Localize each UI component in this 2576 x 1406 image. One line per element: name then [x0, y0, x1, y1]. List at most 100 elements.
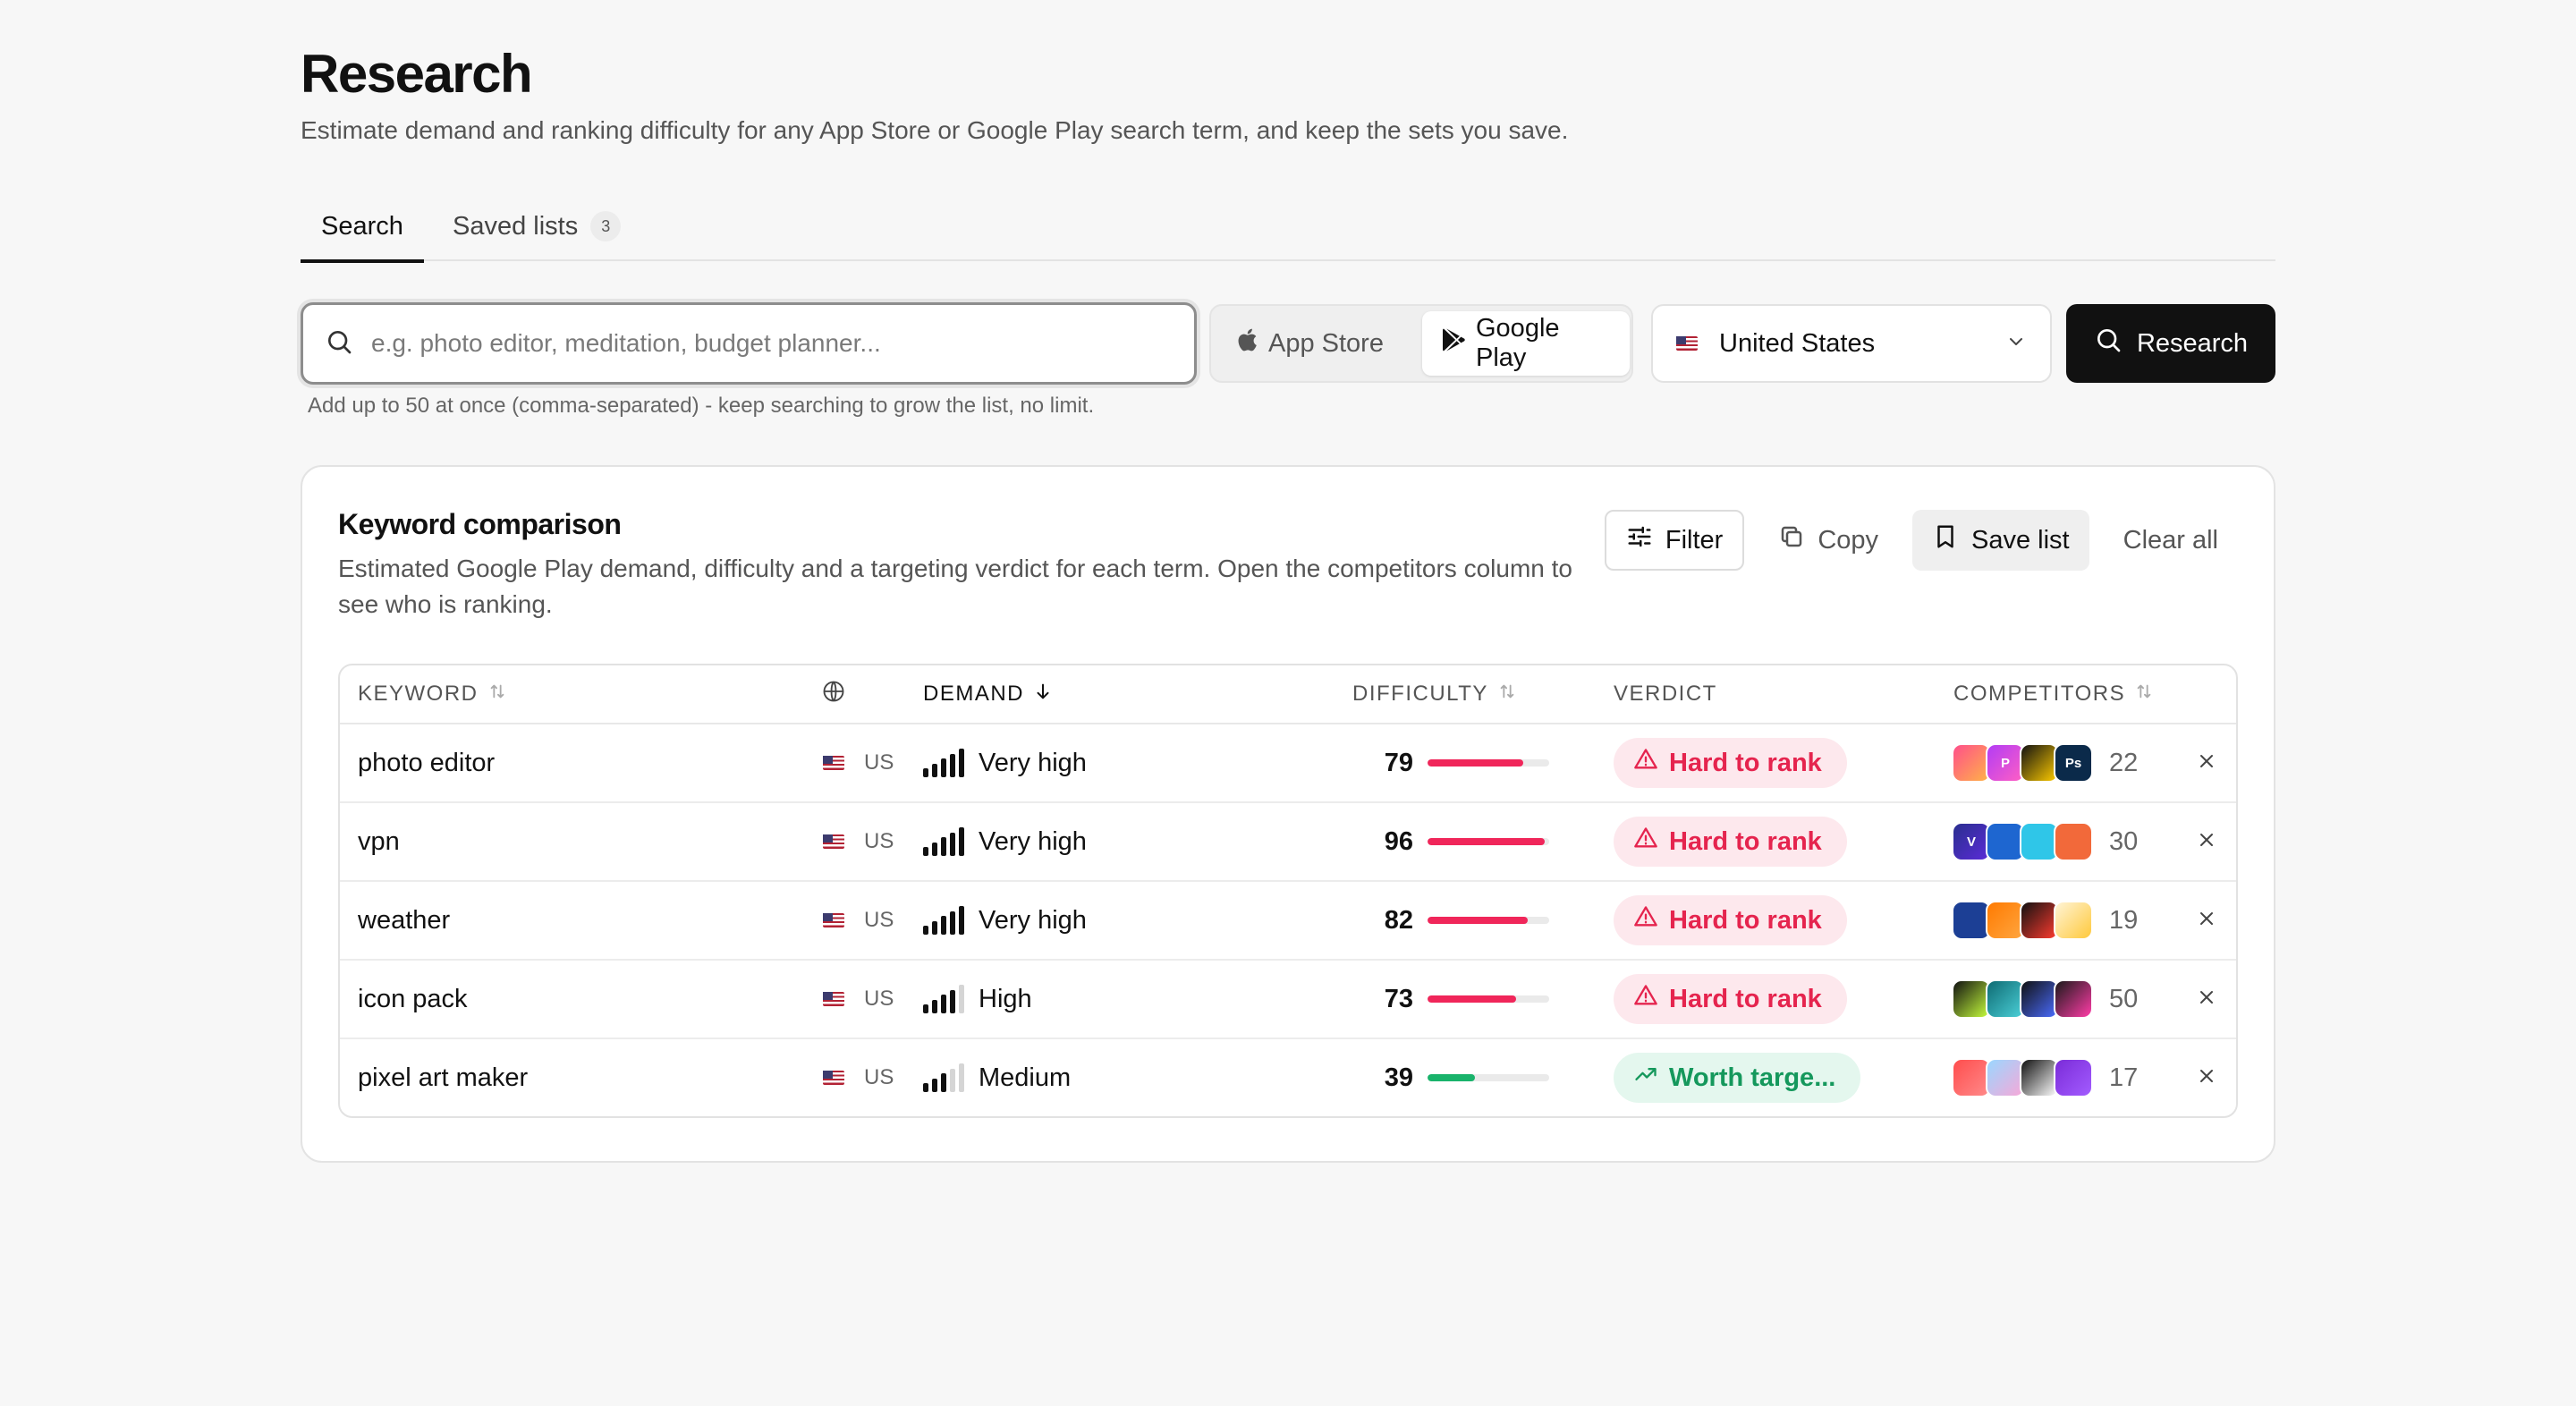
verdict-header-label: VERDICT: [1614, 682, 1717, 706]
demand-signal-icon: [923, 749, 964, 777]
demand-bar: [950, 1069, 955, 1092]
close-icon: [2196, 987, 2217, 1012]
market-code: US: [864, 987, 894, 1011]
demand-signal-icon: [923, 906, 964, 935]
demand-bar: [950, 990, 955, 1013]
filter-button[interactable]: Filter: [1604, 510, 1745, 571]
app-store-label: App Store: [1268, 328, 1384, 358]
competitors-cell[interactable]: 50: [1952, 961, 2138, 1038]
demand-bar: [923, 768, 928, 777]
research-button-label: Research: [2136, 328, 2249, 358]
difficulty-cell: 73: [1377, 961, 1549, 1038]
difficulty-cell: 96: [1377, 803, 1549, 880]
demand-column-header[interactable]: DEMAND: [923, 665, 1053, 723]
verdict-column-header: VERDICT: [1614, 665, 1717, 723]
competitor-count: 50: [2109, 984, 2139, 1013]
difficulty-meter: [1428, 1074, 1549, 1081]
keyword-column-header[interactable]: KEYWORD: [358, 665, 507, 723]
chevron-down-icon: [2005, 331, 2027, 357]
close-icon: [2196, 750, 2217, 776]
competitors-cell[interactable]: 19: [1952, 882, 2138, 959]
competitor-icons[interactable]: [1952, 1058, 2093, 1097]
difficulty-meter: [1428, 995, 1549, 1003]
copy-button[interactable]: Copy: [1758, 510, 1898, 571]
verdict-label: Hard to rank: [1669, 984, 1822, 1013]
app-store-option[interactable]: App Store: [1216, 311, 1419, 376]
demand-bar: [959, 1063, 964, 1092]
search-input[interactable]: [371, 329, 1158, 358]
sort-icon: [1497, 682, 1517, 707]
google-play-option[interactable]: Google Play: [1422, 311, 1630, 376]
keyword-comparison-card: Keyword comparison Estimated Google Play…: [301, 465, 2275, 1163]
competitor-icons[interactable]: [1952, 901, 2093, 940]
trending-up-icon: [1633, 1062, 1658, 1094]
demand-header-label: DEMAND: [923, 682, 1025, 706]
demand-cell: Very high: [923, 803, 1087, 880]
demand-bar: [932, 764, 937, 777]
difficulty-score: 79: [1384, 748, 1413, 777]
page-subtitle: Estimate demand and ranking difficulty f…: [301, 116, 1569, 144]
remove-row-button[interactable]: [2191, 803, 2222, 880]
demand-cell: Medium: [923, 1039, 1071, 1116]
table-body: photo editor US Very high 79 Hard to ran…: [340, 724, 2236, 1116]
clear-all-button[interactable]: Clear all: [2104, 510, 2238, 571]
market-code: US: [864, 750, 894, 775]
competitor-icons[interactable]: P Ps: [1952, 743, 2093, 783]
difficulty-meter: [1428, 917, 1549, 924]
competitors-cell[interactable]: P Ps 22: [1952, 724, 2138, 801]
search-icon: [325, 327, 353, 360]
demand-bar: [932, 921, 937, 935]
country-select-value: United States: [1719, 328, 1876, 358]
demand-cell: Very high: [923, 882, 1087, 959]
remove-row-button[interactable]: [2191, 882, 2222, 959]
store-toggle: App Store Google Play: [1209, 304, 1633, 383]
competitor-icons[interactable]: V: [1952, 822, 2093, 861]
save-list-button[interactable]: Save list: [1912, 510, 2089, 571]
demand-bar: [932, 1000, 937, 1013]
demand-signal-icon: [923, 1063, 964, 1092]
competitor-icons[interactable]: [1952, 979, 2093, 1019]
competitor-app-icon: [2054, 1058, 2093, 1097]
demand-bar: [932, 843, 937, 856]
competitors-column-header[interactable]: COMPETITORS: [1953, 665, 2154, 723]
market-cell: US: [823, 961, 894, 1038]
research-button[interactable]: Research: [2066, 304, 2275, 383]
difficulty-meter-fill: [1428, 759, 1524, 767]
bookmark-icon: [1932, 523, 1959, 557]
difficulty-column-header[interactable]: DIFFICULTY: [1352, 665, 1517, 723]
competitors-cell[interactable]: V 30: [1952, 803, 2138, 880]
copy-label: Copy: [1818, 525, 1879, 555]
demand-label: Very high: [979, 905, 1087, 935]
demand-label: Very high: [979, 826, 1087, 856]
table-row: icon pack US High 73 Hard to rank 50: [340, 961, 2236, 1039]
search-field[interactable]: [301, 302, 1197, 385]
globe-icon: [821, 679, 846, 710]
market-code: US: [864, 829, 894, 853]
competitor-count: 30: [2109, 826, 2139, 856]
table-row: weather US Very high 82 Hard to rank 19: [340, 882, 2236, 961]
remove-row-button[interactable]: [2191, 1039, 2222, 1116]
demand-label: Medium: [979, 1063, 1072, 1092]
verdict-label: Hard to rank: [1669, 905, 1822, 935]
competitor-count: 19: [2109, 905, 2139, 935]
keyword-cell: weather: [358, 905, 451, 935]
tab-saved-lists[interactable]: Saved lists 3: [453, 191, 622, 261]
difficulty-header-label: DIFFICULTY: [1352, 682, 1488, 706]
country-select[interactable]: United States: [1651, 304, 2052, 383]
tab-search[interactable]: Search: [301, 191, 424, 263]
competitors-cell[interactable]: 17: [1952, 1039, 2138, 1116]
verdict-label: Hard to rank: [1669, 826, 1822, 856]
difficulty-cell: 39: [1377, 1039, 1549, 1116]
difficulty-meter: [1428, 838, 1549, 845]
competitor-app-icon: [2054, 901, 2093, 940]
apple-icon: [1236, 327, 1258, 360]
difficulty-cell: 82: [1377, 882, 1549, 959]
remove-row-button[interactable]: [2191, 724, 2222, 801]
tab-bar: Search Saved lists 3: [301, 191, 2275, 263]
verdict-cell: Worth targe...: [1614, 1039, 1861, 1116]
warning-icon: [1633, 826, 1658, 858]
demand-bar: [959, 985, 964, 1013]
remove-row-button[interactable]: [2191, 961, 2222, 1038]
demand-bar: [941, 995, 946, 1013]
demand-bar: [950, 911, 955, 935]
